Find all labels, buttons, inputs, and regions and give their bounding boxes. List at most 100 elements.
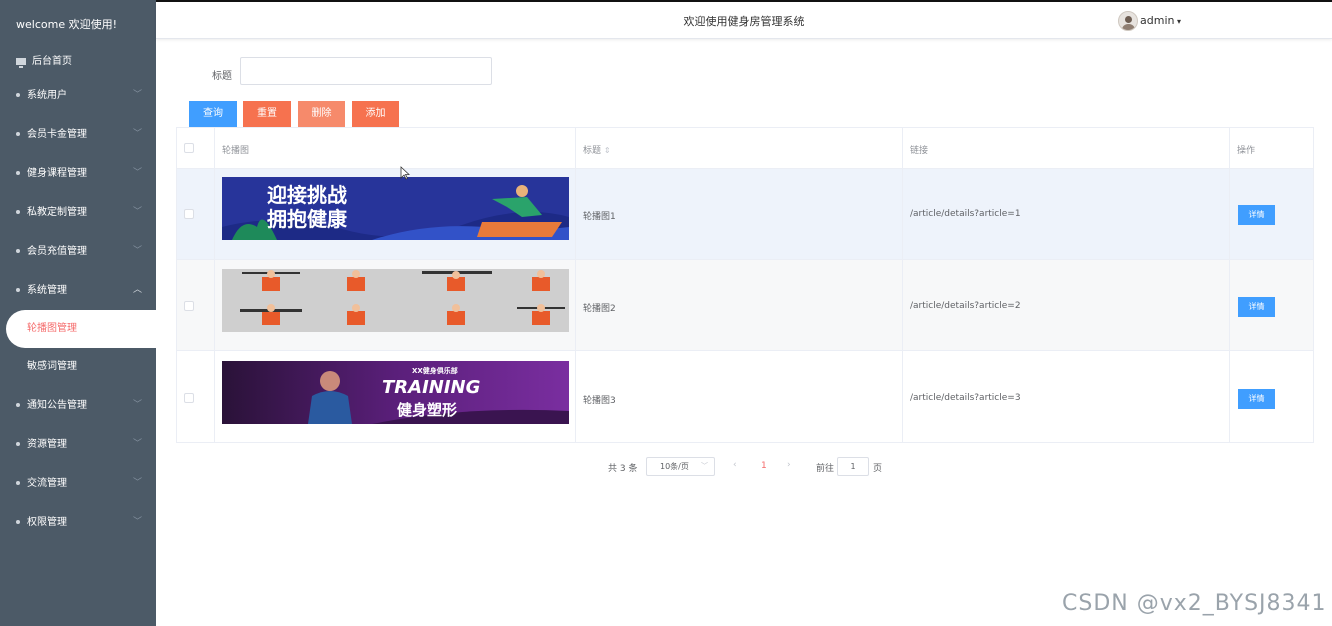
banner-3-line-3: 健身塑形: [397, 401, 457, 419]
banner-image-2: [222, 269, 569, 332]
sidebar-subitem-sensitive-words[interactable]: 敏感词管理: [0, 348, 156, 386]
row-title: 轮播图2: [583, 304, 616, 314]
sort-icon[interactable]: ⇕: [604, 146, 611, 155]
select-all-checkbox[interactable]: [184, 143, 194, 153]
delete-button[interactable]: 删除: [298, 101, 345, 127]
row-link: /article/details?article=2: [910, 301, 1021, 311]
sidebar-item-label: 会员充值管理: [27, 246, 87, 257]
detail-button[interactable]: 详情: [1238, 297, 1275, 317]
carousel-table: 轮播图 标题 ⇕ 链接 操作 迎接挑战 拥抱健康 轮播图1 /article/d…: [176, 127, 1314, 443]
next-page-button[interactable]: ›: [787, 460, 791, 470]
detail-button[interactable]: 详情: [1238, 205, 1275, 225]
row-checkbox[interactable]: [184, 301, 194, 311]
sidebar-item-recharge[interactable]: 会员充值管理 ﹀: [0, 232, 156, 271]
chevron-down-icon: ﹀: [132, 400, 142, 410]
username: admin: [1140, 14, 1175, 27]
row-checkbox[interactable]: [184, 393, 194, 403]
chevron-down-icon: ﹀: [132, 90, 142, 100]
detail-button[interactable]: 详情: [1238, 389, 1275, 409]
goto-page-input[interactable]: 1: [837, 457, 869, 476]
pagination: 共 3 条 10条/页 ﹀ ‹ 1 › 前往 1 页: [0, 457, 1332, 477]
top-border: [156, 0, 1332, 2]
sidebar-item-label: 通知公告管理: [27, 400, 87, 411]
chevron-up-icon: ︿: [132, 285, 142, 295]
sidebar-item-home[interactable]: 后台首页: [0, 50, 156, 74]
watermark: CSDN @vx2_BYSJ8341: [1062, 591, 1327, 616]
row-title: 轮播图1: [583, 212, 616, 222]
bullet-icon: [16, 93, 20, 97]
column-divider: [902, 128, 903, 443]
banner-1-line-1: 迎接挑战: [267, 183, 347, 207]
banner-image-3: XX健身俱乐部 TRAINING 健身塑形: [222, 361, 569, 424]
bullet-icon: [16, 442, 20, 446]
sidebar-item-label: 权限管理: [27, 517, 67, 528]
sidebar-item-system-users[interactable]: 系统用户 ﹀: [0, 76, 156, 115]
column-divider: [214, 128, 215, 443]
total-count: 共 3 条: [608, 464, 638, 474]
goto-label: 前往: [816, 464, 835, 474]
sidebar-item-notice[interactable]: 通知公告管理 ﹀: [0, 386, 156, 425]
bullet-icon: [16, 132, 20, 136]
column-header-title-label: 标题: [583, 146, 602, 156]
sidebar-item-label: 私教定制管理: [27, 207, 87, 218]
column-header-link: 链接: [910, 146, 929, 156]
search-label: 标题: [212, 71, 232, 82]
chevron-down-icon: ﹀: [132, 129, 142, 139]
row-checkbox[interactable]: [184, 209, 194, 219]
row-link: /article/details?article=3: [910, 393, 1021, 403]
row-title: 轮播图3: [583, 396, 616, 406]
mouse-cursor-icon: [400, 166, 410, 180]
user-menu[interactable]: admin ▾: [1118, 11, 1181, 31]
bullet-icon: [16, 249, 20, 253]
page-size-select[interactable]: 10条/页 ﹀: [646, 457, 715, 476]
sidebar-subitem-carousel[interactable]: 轮播图管理: [6, 310, 156, 348]
banner-1-line-2: 拥抱健康: [267, 207, 348, 231]
add-button[interactable]: 添加: [352, 101, 399, 127]
chevron-down-icon: ﹀: [132, 246, 142, 256]
query-button[interactable]: 查询: [189, 101, 237, 127]
header-divider: [177, 168, 1313, 169]
column-divider: [575, 128, 576, 443]
sidebar-item-member-card[interactable]: 会员卡金管理 ﹀: [0, 115, 156, 154]
page-number-current[interactable]: 1: [761, 461, 767, 471]
page-suffix: 页: [873, 464, 883, 474]
chevron-down-icon: ﹀: [132, 168, 142, 178]
banner-3-line-2: TRAINING: [382, 377, 480, 398]
banner-image-1: 迎接挑战 拥抱健康: [222, 177, 569, 240]
sidebar: welcome 欢迎使用! 后台首页 系统用户 ﹀ 会员卡金管理 ﹀ 健身课程管理 ﹀…: [0, 0, 156, 626]
banner-3-line-1: XX健身俱乐部: [412, 366, 458, 375]
sidebar-item-label: 后台首页: [32, 56, 72, 67]
avatar: [1118, 11, 1138, 31]
page-size-value: 10条/页: [660, 462, 689, 471]
sidebar-item-label: 会员卡金管理: [27, 129, 87, 140]
prev-page-button[interactable]: ‹: [733, 460, 737, 470]
sidebar-item-label: 系统用户: [27, 90, 67, 101]
top-header: 欢迎使用健身房管理系统 admin ▾: [156, 0, 1332, 39]
column-header-title[interactable]: 标题 ⇕: [583, 143, 611, 156]
monitor-icon: [16, 57, 26, 68]
bullet-icon: [16, 403, 20, 407]
bullet-icon: [16, 171, 20, 175]
sidebar-item-label: 资源管理: [27, 439, 67, 450]
sidebar-item-private-coach[interactable]: 私教定制管理 ﹀: [0, 193, 156, 232]
reset-button[interactable]: 重置: [243, 101, 291, 127]
chevron-down-icon: ﹀: [701, 462, 708, 470]
bullet-icon: [16, 481, 20, 485]
title-search-input[interactable]: [240, 57, 492, 85]
column-divider: [1229, 128, 1230, 443]
sidebar-item-label: 健身课程管理: [27, 168, 87, 179]
chevron-down-icon: ﹀: [132, 207, 142, 217]
sidebar-item-permissions[interactable]: 权限管理 ﹀: [0, 503, 156, 542]
sidebar-item-label: 交流管理: [27, 478, 67, 489]
chevron-down-icon: ﹀: [132, 517, 142, 527]
bullet-icon: [16, 210, 20, 214]
caret-down-icon: ▾: [1174, 17, 1182, 26]
sidebar-item-system-manage[interactable]: 系统管理 ︿: [0, 271, 156, 310]
sidebar-item-courses[interactable]: 健身课程管理 ﹀: [0, 154, 156, 193]
brand-title: welcome 欢迎使用!: [16, 18, 117, 31]
bullet-icon: [16, 288, 20, 292]
sidebar-item-label: 系统管理: [27, 285, 67, 296]
column-header-action: 操作: [1237, 146, 1256, 156]
column-header-image: 轮播图: [222, 146, 250, 156]
bullet-icon: [16, 520, 20, 524]
